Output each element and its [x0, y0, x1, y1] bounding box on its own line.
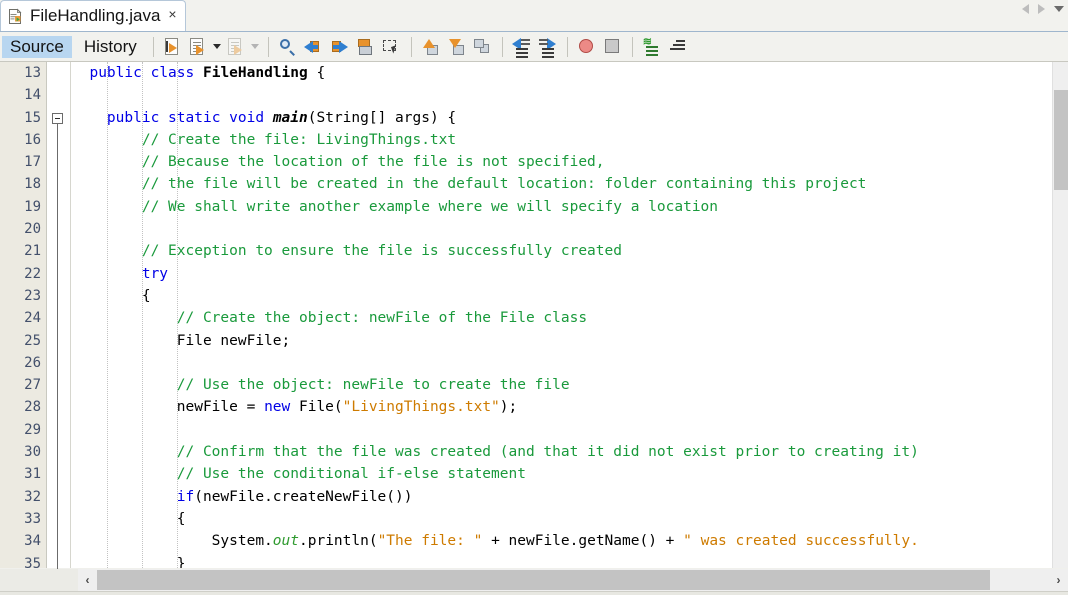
- red-circle-icon[interactable]: [576, 36, 598, 58]
- line-number: 33: [24, 510, 41, 527]
- green-lines-icon[interactable]: ≋: [641, 36, 663, 58]
- fold-toggle-minus-icon[interactable]: [52, 112, 63, 124]
- scroll-right-button[interactable]: ›: [1049, 569, 1068, 591]
- chevron-left-icon[interactable]: [1022, 4, 1029, 14]
- line-number: 26: [24, 354, 41, 371]
- code-line: try: [141, 265, 169, 282]
- line-number: 18: [24, 176, 41, 193]
- code-line: // the file will be created in the defau…: [141, 176, 867, 193]
- code-editor[interactable]: 13 14 15 16 17 18 19 20 21 22 23 24 25 26 27 28 29 30 31 32…: [0, 62, 1068, 572]
- dashed-box-cursor-icon[interactable]: [381, 36, 403, 58]
- tab-history[interactable]: History: [76, 36, 145, 58]
- line-number: 14: [24, 87, 41, 104]
- line-number: 34: [24, 533, 41, 550]
- code-line: // We shall write another example where …: [141, 198, 719, 215]
- editor-tab-filehandling[interactable]: FileHandling.java ×: [0, 0, 186, 31]
- vertical-scrollbar[interactable]: [1052, 62, 1068, 568]
- code-line: }: [72, 555, 186, 568]
- chevron-right-icon[interactable]: [1038, 4, 1045, 14]
- comment-icon[interactable]: [188, 36, 210, 58]
- code-line: if(newFile.createNewFile()): [176, 488, 413, 505]
- code-line: {: [72, 287, 151, 304]
- code-line: newFile = new File("LivingThings.txt");: [72, 399, 518, 416]
- editor-toolbar: Source History ≋: [0, 31, 1068, 62]
- line-number: 22: [24, 265, 41, 282]
- line-number: 27: [24, 377, 41, 394]
- line-number: 13: [24, 65, 41, 81]
- code-line: // Use the object: newFile to create the…: [176, 377, 570, 394]
- arrow-up-orange-tag-icon[interactable]: [420, 36, 442, 58]
- chevron-down-icon[interactable]: [1054, 6, 1064, 12]
- horizontal-scrollbar[interactable]: ‹ ›: [0, 569, 1068, 591]
- arrow-right-blue-icon[interactable]: [329, 36, 351, 58]
- vertical-scrollbar-thumb[interactable]: [1054, 90, 1068, 190]
- line-number: 16: [24, 131, 41, 148]
- code-lines: public class FileHandling { public stati…: [72, 62, 919, 568]
- line-number: 19: [24, 198, 41, 215]
- comment-dropdown-caret-icon[interactable]: [212, 44, 221, 49]
- code-line: // Create the object: newFile of the Fil…: [176, 310, 588, 327]
- gray-square-icon[interactable]: [602, 36, 624, 58]
- code-line: File newFile;: [72, 332, 291, 349]
- line-number: 25: [24, 332, 41, 349]
- bookmark-window-icon[interactable]: [355, 36, 377, 58]
- scrollbar-corner: [0, 569, 78, 591]
- gray-lines-icon[interactable]: [667, 36, 689, 58]
- fold-range-line: [57, 123, 58, 570]
- tab-source[interactable]: Source: [2, 35, 72, 58]
- line-number: 20: [24, 221, 41, 238]
- editor-tab-bar: FileHandling.java ×: [0, 0, 1068, 31]
- uncomment-dropdown-caret-icon: [250, 44, 259, 49]
- java-file-icon: [7, 8, 24, 25]
- toolbar-separator: [566, 36, 568, 57]
- toolbar-separator: [267, 36, 269, 57]
- last-edit-icon[interactable]: [162, 36, 184, 58]
- close-icon[interactable]: ×: [168, 7, 176, 21]
- tab-navigation-controls: [1022, 4, 1064, 14]
- line-number: 32: [24, 488, 41, 505]
- horizontal-scrollbar-thumb[interactable]: [97, 570, 990, 590]
- arrow-left-blue-icon[interactable]: [303, 36, 325, 58]
- line-number: 23: [24, 287, 41, 304]
- toolbar-separator: [410, 36, 412, 57]
- line-number: 21: [24, 243, 41, 260]
- code-line: {: [72, 510, 186, 527]
- code-line: // Create the file: LivingThings.txt: [141, 131, 457, 148]
- code-line: public class FileHandling {: [89, 65, 326, 81]
- code-line: public static void main(String[] args) {: [106, 109, 457, 126]
- window-bottom-edge: [0, 591, 1068, 595]
- editor-tab-title: FileHandling.java: [30, 6, 161, 25]
- toolbar-separator: [631, 36, 633, 57]
- line-number: 24: [24, 310, 41, 327]
- scroll-left-button[interactable]: ‹: [78, 569, 97, 591]
- line-number: 30: [24, 444, 41, 461]
- code-fold-column: [48, 62, 71, 570]
- line-number: 28: [24, 399, 41, 416]
- code-line: // Because the location of the file is n…: [141, 154, 605, 171]
- line-number: 29: [24, 421, 41, 438]
- tag-arrow-icon[interactable]: [472, 36, 494, 58]
- shift-right-icon[interactable]: [537, 36, 559, 58]
- line-number: 31: [24, 466, 41, 483]
- netbeans-editor-window: FileHandling.java × Source History ≋ 13 …: [0, 0, 1068, 595]
- line-number: 15: [24, 109, 41, 126]
- line-number: 17: [24, 154, 41, 171]
- code-line: // Use the conditional if-else statement: [176, 466, 526, 483]
- toolbar-separator: [501, 36, 503, 57]
- uncomment-icon[interactable]: [226, 36, 248, 58]
- arrow-down-orange-tag-icon[interactable]: [446, 36, 468, 58]
- code-line: // Exception to ensure the file is succe…: [141, 243, 622, 260]
- line-number-gutter: 13 14 15 16 17 18 19 20 21 22 23 24 25 26 27 28 29 30 31 32…: [0, 62, 47, 572]
- toolbar-separator: [152, 36, 154, 57]
- code-line: // Confirm that the file was created (an…: [176, 444, 919, 461]
- magnifier-icon[interactable]: [277, 36, 299, 58]
- code-line: System.out.println("The file: " + newFil…: [72, 533, 919, 550]
- code-text-area[interactable]: public class FileHandling { public stati…: [72, 62, 1068, 568]
- shift-left-icon[interactable]: [511, 36, 533, 58]
